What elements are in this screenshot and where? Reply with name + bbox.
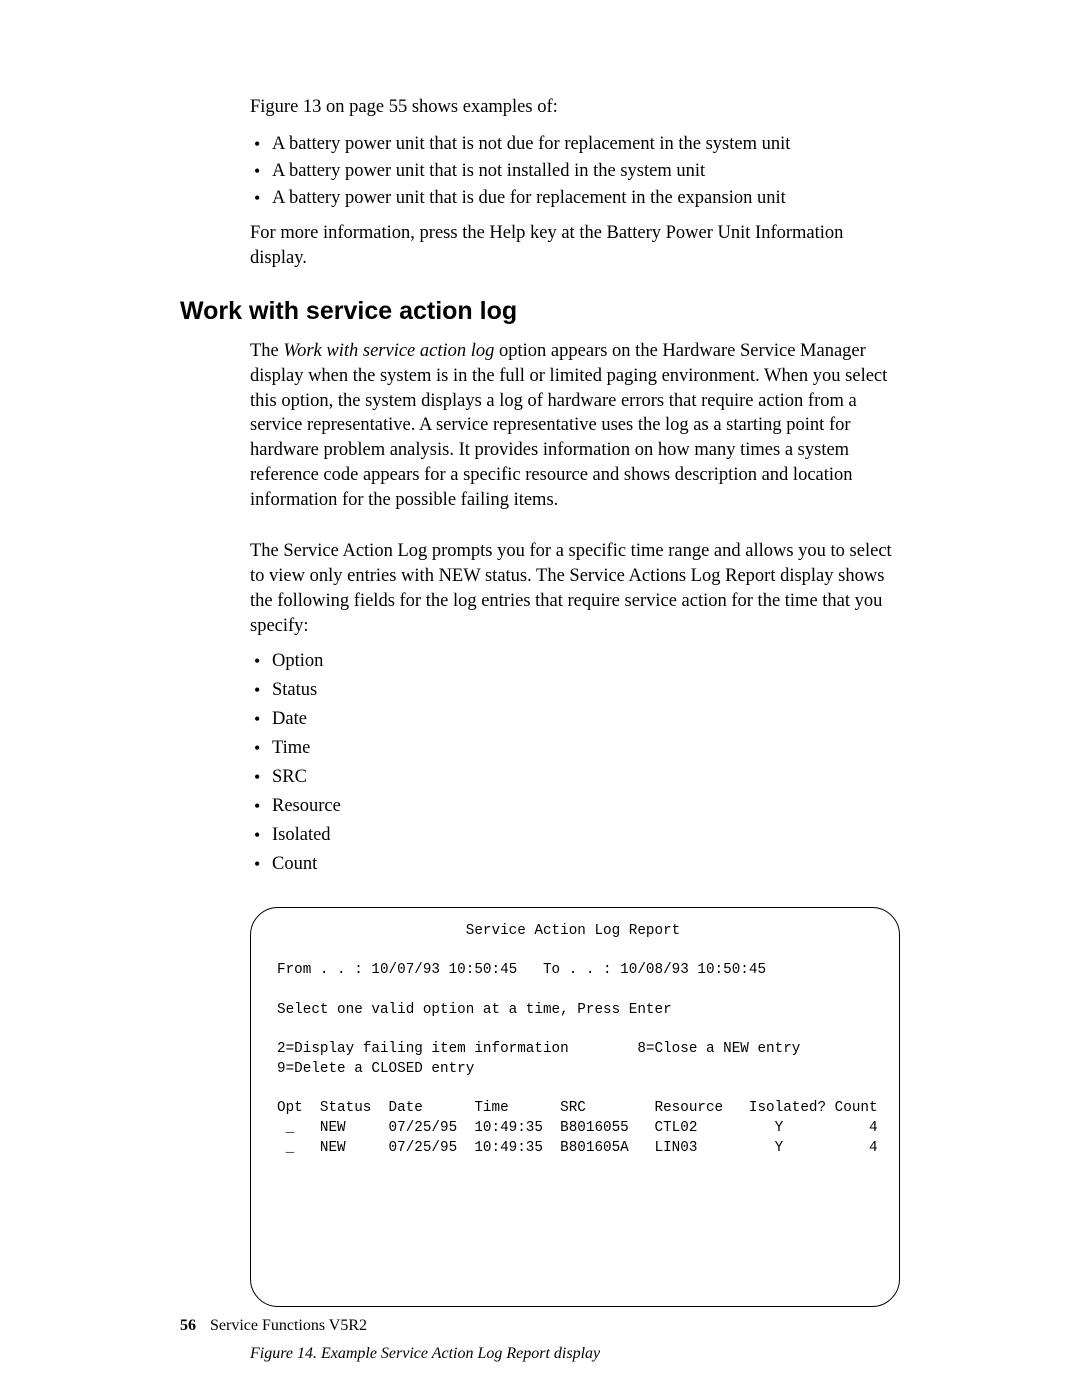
text: The [250,341,283,361]
section-paragraph-1: The Work with service action log option … [250,339,900,514]
list-item: Count [250,852,900,877]
body-column: Figure 13 on page 55 shows examples of: … [250,95,900,1365]
list-item: Time [250,736,900,761]
intro-bullets: A battery power unit that is not due for… [250,132,900,211]
figure-caption: Figure 14. Example Service Action Log Re… [250,1343,900,1365]
terminal-screen: Service Action Log Report From . . : 10/… [250,907,900,1307]
list-item: Option [250,649,900,674]
list-item: A battery power unit that is not due for… [250,132,900,157]
intro-lead: Figure 13 on page 55 shows examples of: [250,95,900,120]
section-heading: Work with service action log [180,295,900,329]
more-info-paragraph: For more information, press the Help key… [250,221,900,271]
list-item: SRC [250,765,900,790]
book-title: Service Functions V5R2 [210,1317,367,1334]
field-list: Option Status Date Time SRC Resource Iso… [250,649,900,877]
text: option appears on the Hardware Service M… [250,341,887,511]
section-paragraph-2: The Service Action Log prompts you for a… [250,539,900,639]
list-item: Isolated [250,823,900,848]
list-item: Resource [250,794,900,819]
list-item: Date [250,707,900,732]
list-item: Status [250,678,900,703]
italic-option-name: Work with service action log [283,341,494,361]
page: Figure 13 on page 55 shows examples of: … [0,0,1080,1397]
page-number: 56 [180,1317,196,1334]
list-item: A battery power unit that is due for rep… [250,186,900,211]
page-footer: 56 Service Functions V5R2 [180,1315,367,1337]
list-item: A battery power unit that is not install… [250,159,900,184]
